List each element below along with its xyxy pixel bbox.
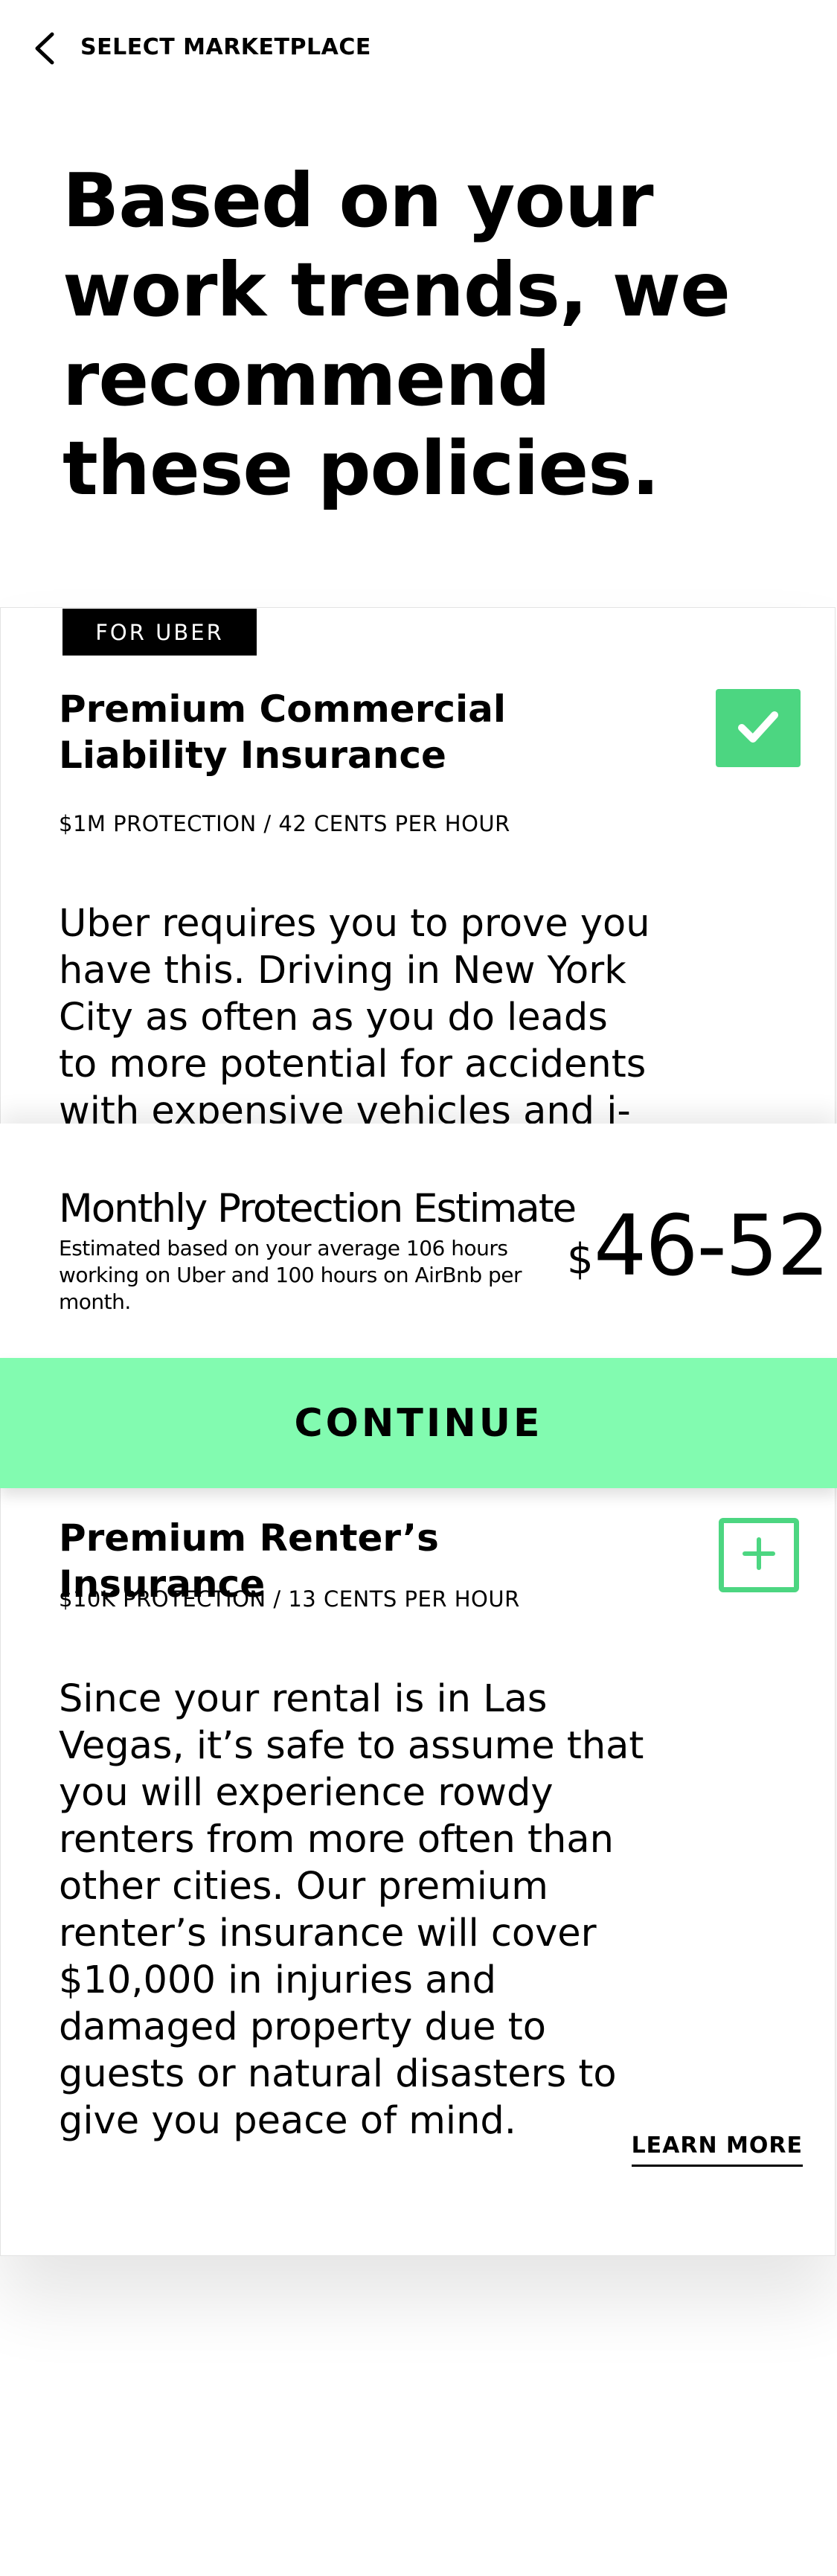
- currency-symbol: $: [567, 1235, 594, 1284]
- learn-more-link[interactable]: LEARN MORE: [631, 2133, 803, 2167]
- estimate-note: Estimated based on your average 106 hour…: [59, 1236, 522, 1314]
- checkmark-icon: [736, 708, 780, 749]
- chevron-left-icon[interactable]: [30, 30, 60, 67]
- top-bar: SELECT MARKETPLACE: [0, 0, 837, 97]
- policy-subtitle: $1M PROTECTION / 42 CENTS PER HOUR: [59, 811, 510, 836]
- policy-description: Since your rental is in Las Vegas, it’s …: [59, 1677, 644, 2143]
- page-title: SELECT MARKETPLACE: [80, 34, 371, 60]
- headline: Based on your work trends, we recommend …: [62, 157, 731, 512]
- policy-subtitle: $10K PROTECTION / 13 CENTS PER HOUR: [59, 1586, 520, 1612]
- continue-button[interactable]: CONTINUE: [0, 1358, 837, 1488]
- policy-tag: FOR UBER: [62, 609, 257, 656]
- plus-icon: [740, 1535, 777, 1575]
- policy-title: Premium Commercial Liability Insurance: [59, 688, 507, 777]
- policy-description-clip: Uber requires you to prove you have this…: [0, 893, 837, 1124]
- estimate-title: Monthly Protection Estimate: [59, 1186, 577, 1231]
- policy-description: Uber requires you to prove you have this…: [59, 902, 650, 1124]
- policy-add-toggle[interactable]: [719, 1518, 799, 1592]
- policy-selected-toggle[interactable]: [716, 689, 801, 767]
- estimate-panel: Monthly Protection Estimate Estimated ba…: [0, 1124, 837, 1358]
- estimate-amount: 46-52: [594, 1198, 830, 1295]
